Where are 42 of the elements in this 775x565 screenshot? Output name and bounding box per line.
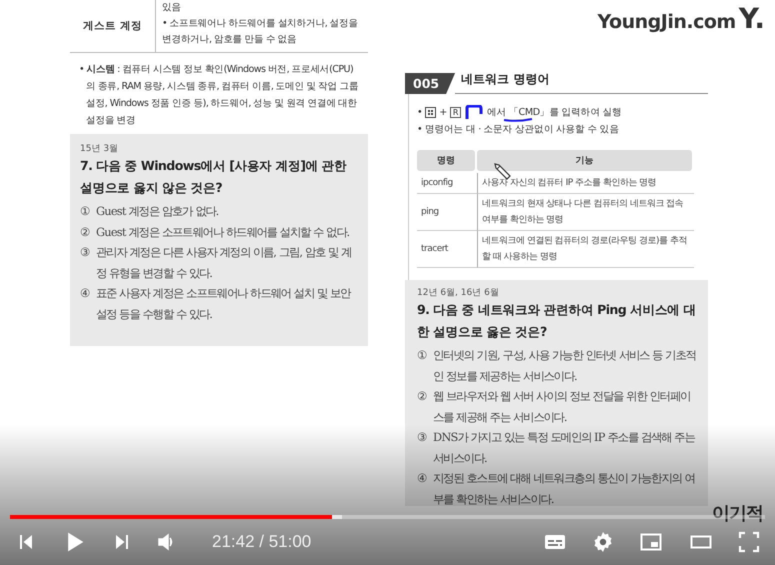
- table-cell: ping: [417, 194, 477, 231]
- option-number: ②: [417, 388, 428, 405]
- question-date: 12년 6월, 16년 6월: [417, 287, 500, 299]
- table-cell: ipconfig: [417, 173, 477, 194]
- question-title: 9. 다음 중 네트워크와 관련하여 Ping 서비스에 대한 설명으로 옳은 것은?: [417, 301, 696, 341]
- table-cell-text: 있음: [162, 1, 182, 15]
- run-instruction: 에서 「CMD」를 입력하여 실행: [487, 106, 622, 119]
- column-header: 명령: [417, 150, 475, 171]
- answer-option: 관리자 계정은 다른 사용자 계정의 이름, 그림, 암호 및 계정 유형을 변경할 수 있다.: [96, 242, 358, 283]
- bullet: •: [417, 107, 422, 118]
- answer-option: Guest 계정은 소프트웨어나 하드웨어를 설치할 수 없다.: [96, 222, 358, 242]
- table-cell-text: • 소프트웨어나 하드웨어를 설치하거나, 설정을 변경하거나, 암호를 만들 수 없음: [162, 17, 359, 47]
- section-number: 005: [405, 73, 456, 94]
- option-number: ①: [80, 203, 90, 220]
- system-note: • 시스템 : 컴퓨터 시스템 정보 확인(Windows 버전, 프로세서(CPU)의 종류, RAM 용량, 시스템 종류, 컴퓨터 이름, 도메인 및 작업 그룹 설정, Windows 정품 인증 등), 하드웨어, 성능 및 원격 연결에 대한 설정을 변경: [78, 63, 360, 128]
- logo-mark: Y.: [738, 2, 765, 35]
- section-title: 네트워크 명령어: [455, 71, 708, 94]
- option-number: ④: [80, 285, 90, 302]
- publisher-logo: YoungJin.com: [598, 11, 736, 33]
- option-number: ④: [417, 470, 428, 487]
- keyboard-key: R: [450, 107, 462, 118]
- question-title: 7. 다음 중 Windows에서 [사용자 계정]에 관한 설명으로 옳지 않은 것은?: [80, 157, 348, 197]
- option-number: ③: [417, 429, 428, 446]
- table-cell: 네트워크에 연결된 컴퓨터의 경로(라우팅 경로)를 추적할 때 사용하는 명령: [477, 231, 694, 268]
- note-text: • 명령어는 대 · 소문자 상관없이 사용할 수 있음: [417, 123, 619, 136]
- column-header: 기능: [477, 150, 692, 171]
- plus-sign: +: [439, 107, 447, 118]
- answer-option: 인터넷의 기원, 구성, 사용 가능한 인터넷 서비스 등 기초적인 정보를 제공하는 서비스이다.: [433, 345, 696, 386]
- time-display: 21:42 / 51:00: [212, 532, 312, 552]
- answer-option: DNS가 가지고 있는 특정 도메인의 IP 주소를 검색해 주는 서비스이다.: [433, 427, 696, 468]
- channel-logo: 이기적: [712, 502, 763, 525]
- answer-option: 웹 브라우저와 웹 서버 사이의 정보 전달을 위한 인터페이스를 제공해 주는 서비스이다.: [433, 386, 696, 427]
- answer-option: 표준 사용자 계정은 소프트웨어나 하드웨어 설치 및 보안 설정 등을 수행할 수 있다.: [96, 283, 358, 324]
- table-cell: tracert: [417, 231, 477, 268]
- answer-option: 지정된 호스트에 대해 네트워크층의 통신이 가능한지의 여부를 확인하는 서비스이다.: [433, 468, 696, 509]
- option-number: ①: [417, 347, 428, 364]
- answer-option: Guest 계정은 암호가 없다.: [96, 201, 358, 222]
- option-number: ③: [80, 244, 90, 261]
- option-number: ②: [80, 224, 90, 240]
- table-cell-text: 게스트 계정: [82, 19, 143, 34]
- table-cell: 네트워크의 현재 상태나 다른 컴퓨터의 네트워크 접속 여부를 확인하는 명령: [477, 194, 694, 231]
- question-date: 15년 3월: [80, 143, 120, 155]
